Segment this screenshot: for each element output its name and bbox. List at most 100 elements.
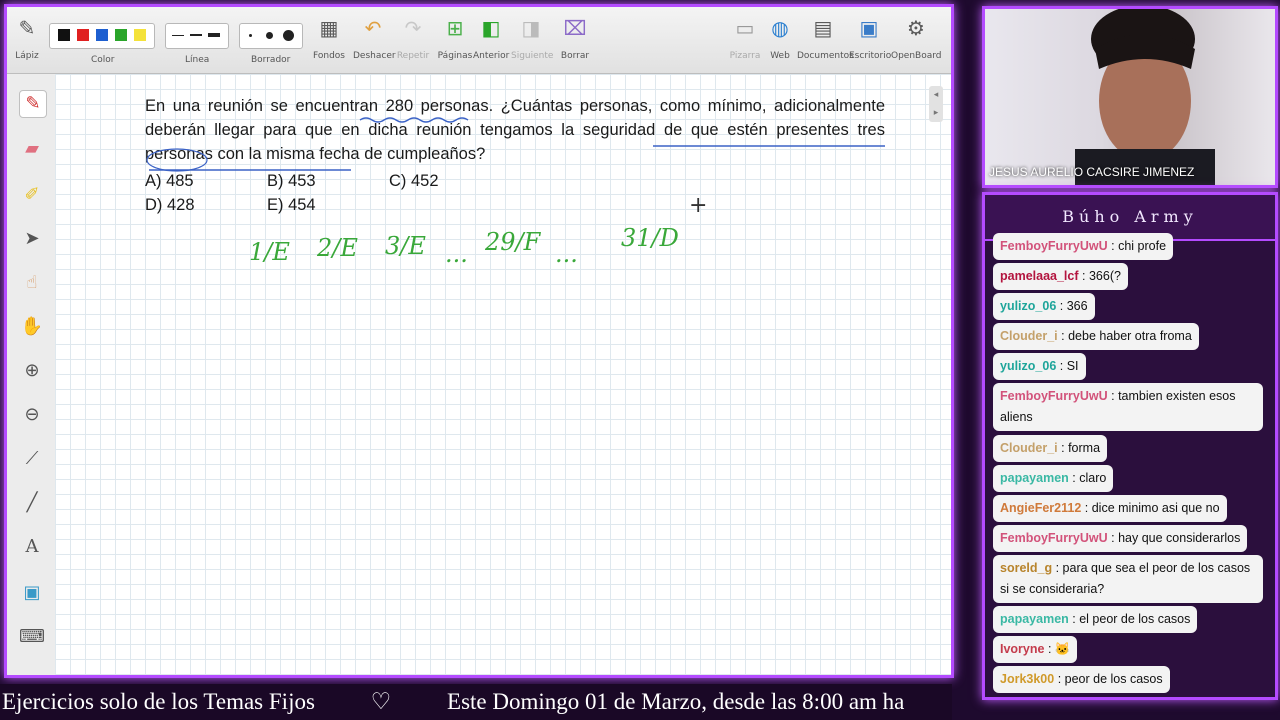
color-blue[interactable] [96,29,108,41]
chat-username[interactable]: papayamen [1000,612,1069,626]
annotation-layer [146,117,885,172]
whiteboard-canvas[interactable]: ◂ ▸ En una reunión se encuentran 280 pers… [55,74,951,675]
next-icon: ◨ [521,16,541,40]
zoom-out-icon[interactable]: ⊖ [19,402,45,428]
clear-button[interactable]: ⌧ Borrar [557,15,593,61]
chat-username[interactable]: Jork3k00 [1000,672,1054,686]
chat-message: Jork3k00 : peor de los casos [993,666,1170,693]
chat-text: : dice minimo asi que no [1084,501,1220,515]
redo-label: Repetir [396,51,430,61]
desktop-button[interactable]: ▣ Escritorio [849,15,892,61]
next-page-button[interactable]: ◨ Siguiente [511,15,554,61]
hw-ellipsis-1: ... [445,240,468,268]
documents-label: Documentos [797,51,854,61]
chat-message: AngieFer2112 : dice minimo asi que no [993,495,1227,522]
presenter-video [1075,9,1215,185]
chat-text: : SI [1059,359,1079,373]
chat-username[interactable]: yulizo_06 [1000,299,1056,313]
eraser-small[interactable] [249,34,252,37]
previous-label: Anterior [473,51,510,61]
eraser-size-group [239,23,303,49]
marker-icon[interactable]: ✐ [19,182,45,208]
wavy-underline [359,117,469,123]
chat-username[interactable]: yulizo_06 [1000,359,1056,373]
eraser-medium[interactable] [266,32,273,39]
previous-page-button[interactable]: ◧ Anterior [473,15,509,61]
previous-icon: ◧ [481,16,501,40]
color-black[interactable] [58,29,70,41]
backgrounds-button[interactable]: ▦ Fondos [311,15,347,61]
chat-username[interactable]: papayamen [1000,471,1069,485]
chat-message: papayamen : el peor de los casos [993,606,1198,633]
color-green[interactable] [115,29,127,41]
webcam-panel: JESUS AURELIO CACSIRE JIMENEZ [982,6,1278,188]
capture-icon[interactable]: ▣ [19,580,45,606]
hw-day-3: 3/E [385,232,426,260]
pages-button[interactable]: ⊞ Páginas [437,15,473,61]
redo-button[interactable]: ↷ Repetir [395,15,431,61]
pages-label: Páginas [437,51,473,61]
hw-ellipsis-2: ... [555,240,578,268]
chat-text: : claro [1072,471,1107,485]
chat-text: : el peor de los casos [1072,612,1191,626]
grid-icon: ▦ [319,16,339,40]
hw-day-1: 1/E [249,238,290,266]
documents-button[interactable]: ▤ Documentos [797,15,854,61]
keyboard-icon[interactable]: ⌨ [19,624,45,650]
chat-panel: Búho Army FemboyFurryUwU : chi profe pame… [982,192,1278,700]
chat-username[interactable]: FemboyFurryUwU [1000,531,1108,545]
line-thin[interactable] [172,35,184,36]
board-mode-button[interactable]: ▭ Pizarra [727,15,763,61]
desktop-label: Escritorio [849,51,892,61]
pen-icon[interactable]: ✎ [19,90,47,118]
chat-text: : 366 [1059,299,1088,313]
eraser-large[interactable] [283,30,294,41]
ticker-text-2: Este Domingo 01 de Marzo, desde las 8:00… [447,689,905,714]
color-palette [49,23,155,49]
chat-text: : 366(? [1082,269,1121,283]
color-red[interactable] [77,29,89,41]
eraser-label: Borrador [251,55,291,65]
chat-message: FemboyFurryUwU : tambien existen esos al… [993,383,1263,431]
undo-icon: ↶ [364,16,382,40]
pen-tool-button[interactable]: ✎ Lápiz [11,15,43,61]
next-label: Siguiente [511,51,554,61]
chat-message: Clouder_i : forma [993,435,1108,462]
chat-text: : debe haber otra froma [1061,329,1192,343]
chat-username[interactable]: FemboyFurryUwU [1000,239,1108,253]
hand-icon[interactable]: ✋ [19,314,45,340]
chat-username[interactable]: soreld_g [1000,561,1052,575]
pointer-icon[interactable]: ➤ [19,226,45,252]
zoom-in-icon[interactable]: ⊕ [19,358,45,384]
hw-day-2: 2/E [317,234,358,262]
chat-username[interactable]: Ivoryne [1000,642,1044,656]
chat-username[interactable]: FemboyFurryUwU [1000,389,1108,403]
chat-username[interactable]: Clouder_i [1000,441,1058,455]
line-tool-icon[interactable]: ╱ [19,490,45,516]
chat-message: Ivoryne : 🐱 [993,636,1078,663]
hw-day-29: 29/F [485,228,541,256]
openboard-menu-button[interactable]: ⚙ OpenBoard [891,15,942,61]
text-tool-icon[interactable]: A [19,534,45,560]
chat-text: : hay que considerarlos [1111,531,1241,545]
play-hand-icon[interactable]: ☝ [19,270,45,296]
eraser-icon[interactable]: ▰ [19,136,45,162]
chat-message: Clouder_i : debe haber otra froma [993,323,1199,350]
chat-text: : forma [1061,441,1101,455]
web-button[interactable]: ◍ Web [765,15,795,61]
whiteboard-app: ✎ Lápiz Color Línea Borrador ▦ Fondos ↶ … [4,4,954,678]
chat-username[interactable]: Clouder_i [1000,329,1058,343]
chat-username[interactable]: pamelaaa_lcf [1000,269,1079,283]
crosshair-cursor: + [689,193,708,218]
undo-button[interactable]: ↶ Deshacer [353,15,396,61]
backgrounds-label: Fondos [313,51,345,61]
laser-pointer-icon[interactable]: ⟋ [19,446,45,472]
line-label: Línea [185,55,210,65]
color-yellow[interactable] [134,29,146,41]
line-thick[interactable] [208,33,220,37]
undo-label: Deshacer [353,51,396,61]
chat-username[interactable]: AngieFer2112 [1000,501,1081,515]
clear-page-icon: ⌧ [563,16,587,40]
news-ticker: Ejercicios solo de los Temas Fijos ♡ Est… [0,684,952,720]
line-medium[interactable] [190,34,202,36]
